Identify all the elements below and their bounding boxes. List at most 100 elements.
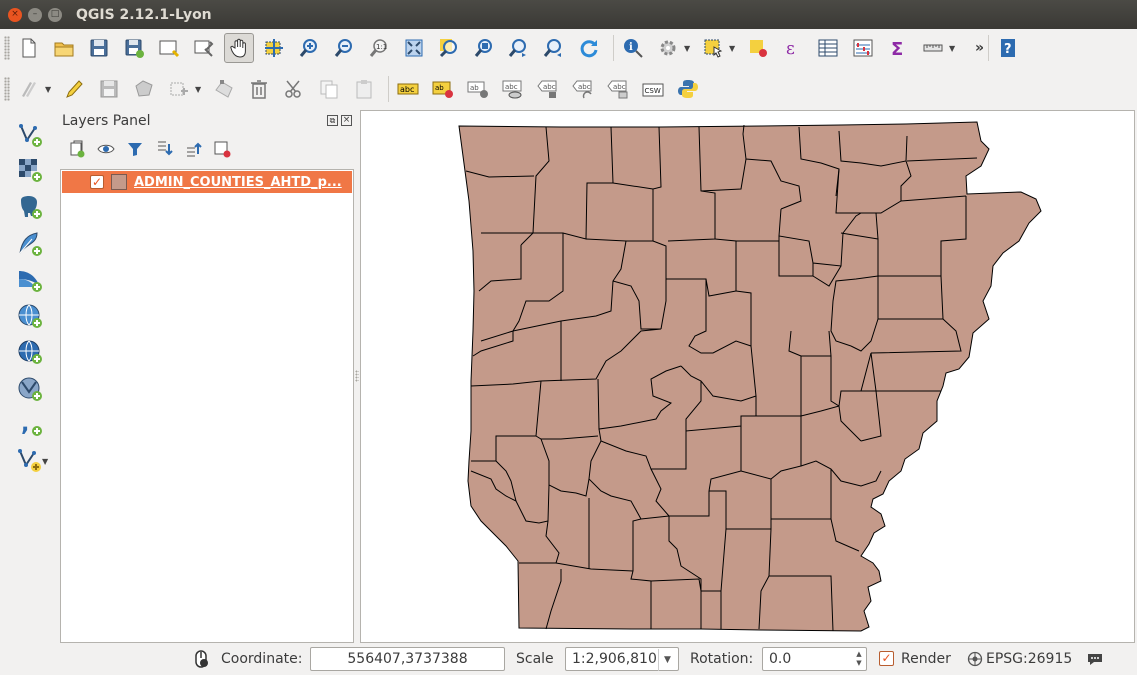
pan-to-selection-button[interactable]: [259, 33, 289, 63]
collapse-all-button[interactable]: [182, 138, 204, 160]
show-hide-labels-button[interactable]: abc: [498, 74, 528, 104]
help-button[interactable]: ?: [993, 33, 1023, 63]
zoom-to-selection-button[interactable]: [434, 33, 464, 63]
add-group-button[interactable]: [66, 138, 88, 160]
toolbar-grip[interactable]: [4, 36, 10, 60]
remove-layer-button[interactable]: [211, 138, 233, 160]
state-polygon[interactable]: [458, 121, 1042, 632]
panel-splitter[interactable]: [355, 370, 359, 382]
identify-features-button[interactable]: i: [618, 33, 648, 63]
add-raster-layer-button[interactable]: [16, 156, 44, 184]
add-postgis-layer-button[interactable]: [16, 193, 44, 221]
composer-icon: [159, 40, 180, 58]
zoom-next-button[interactable]: [539, 33, 569, 63]
add-feature-button[interactable]: [129, 74, 159, 104]
close-panel-button[interactable]: ×: [341, 115, 352, 126]
add-wfs-layer-button[interactable]: [16, 375, 44, 403]
chevron-down-icon[interactable]: ▼: [45, 85, 55, 94]
new-project-button[interactable]: [14, 33, 44, 63]
statistical-summary-button[interactable]: [848, 33, 878, 63]
manage-visibility-button[interactable]: [95, 138, 117, 160]
layers-panel-toolbar: [66, 138, 240, 162]
toolbar-separator: [988, 35, 990, 61]
open-project-button[interactable]: [49, 33, 79, 63]
trash-icon: [251, 80, 267, 99]
chevron-down-icon[interactable]: ▼: [658, 649, 676, 671]
float-panel-button[interactable]: ⧉: [327, 115, 338, 126]
measure-button[interactable]: [918, 33, 948, 63]
spin-arrows-icon[interactable]: ▲ ▼: [854, 650, 864, 668]
pin-labels-button[interactable]: ab: [463, 74, 493, 104]
add-vector-layer-button[interactable]: [16, 121, 44, 149]
deselect-all-button[interactable]: [743, 33, 773, 63]
scissors-icon: [285, 80, 301, 98]
chevron-down-icon[interactable]: ▼: [729, 44, 739, 53]
paste-features-button[interactable]: [349, 74, 379, 104]
chevron-down-icon[interactable]: ▼: [684, 44, 694, 53]
select-features-button[interactable]: [698, 33, 728, 63]
add-wcs-layer-button[interactable]: [16, 338, 44, 366]
toolbar-overflow-button[interactable]: »: [975, 40, 984, 56]
field-calculator-button[interactable]: ε: [778, 33, 808, 63]
move-feature-button[interactable]: [164, 74, 194, 104]
layer-row[interactable]: ✓ ADMIN_COUNTIES_AHTD_p...: [62, 171, 352, 193]
svg-text:abc: abc: [613, 83, 626, 91]
csw-button[interactable]: CSW: [638, 74, 668, 104]
attribute-table-button[interactable]: [813, 33, 843, 63]
svg-text:ε: ε: [786, 39, 795, 59]
filter-legend-button[interactable]: [124, 138, 146, 160]
add-spatialite-layer-button[interactable]: [16, 230, 44, 258]
layer-labeling-button[interactable]: abc: [393, 74, 423, 104]
composer-manager-button[interactable]: [189, 33, 219, 63]
zoom-out-button[interactable]: [329, 33, 359, 63]
scale-combobox[interactable]: 1:2,906,810 ▼: [565, 647, 679, 671]
refresh-button[interactable]: [574, 33, 604, 63]
zoom-to-layer-button[interactable]: [469, 33, 499, 63]
cut-features-button[interactable]: [279, 74, 309, 104]
chevron-down-icon[interactable]: ▼: [195, 85, 205, 94]
change-label-button[interactable]: abc: [603, 74, 633, 104]
add-wms-layer-button[interactable]: [16, 302, 44, 330]
move-label-button[interactable]: abc: [533, 74, 563, 104]
save-edits-button[interactable]: [94, 74, 124, 104]
new-shapefile-layer-button[interactable]: [16, 446, 44, 474]
save-as-button[interactable]: [119, 33, 149, 63]
maximize-window-button[interactable]: □: [48, 7, 62, 22]
minimize-window-button[interactable]: –: [28, 7, 42, 22]
close-window-button[interactable]: ×: [8, 7, 22, 22]
rotation-spinbox[interactable]: 0.0 ▲ ▼: [762, 647, 867, 671]
toolbar-separator: [613, 35, 614, 61]
copy-features-button[interactable]: [314, 74, 344, 104]
toggle-editing-button[interactable]: [59, 74, 89, 104]
pan-map-button[interactable]: [224, 33, 254, 63]
add-mssql-layer-button[interactable]: [16, 266, 44, 294]
layer-visibility-checkbox[interactable]: ✓: [90, 175, 104, 189]
zoom-in-button[interactable]: [294, 33, 324, 63]
python-console-button[interactable]: [673, 74, 703, 104]
rotate-label-button[interactable]: abc: [568, 74, 598, 104]
move-feature-icon: [170, 82, 188, 96]
zoom-full-button[interactable]: [399, 33, 429, 63]
mouse-coordinate-icon[interactable]: [192, 650, 210, 668]
crs-globe-icon[interactable]: [967, 651, 983, 667]
zoom-native-button[interactable]: 1:1: [364, 33, 394, 63]
chevron-down-icon[interactable]: ▼: [42, 457, 52, 466]
map-canvas[interactable]: [360, 110, 1135, 643]
messages-icon[interactable]: [1086, 651, 1104, 667]
expand-all-button[interactable]: [153, 138, 175, 160]
new-print-composer-button[interactable]: [154, 33, 184, 63]
render-checkbox[interactable]: ✓: [879, 651, 894, 666]
zoom-last-button[interactable]: [504, 33, 534, 63]
current-edits-button[interactable]: [14, 74, 44, 104]
chevron-down-icon[interactable]: ▼: [949, 44, 959, 53]
crs-label[interactable]: EPSG:26915: [986, 651, 1072, 667]
sum-button[interactable]: Σ: [883, 33, 913, 63]
layer-diagram-button[interactable]: ab: [428, 74, 458, 104]
toolbar-grip[interactable]: [4, 77, 10, 101]
save-project-button[interactable]: [84, 33, 114, 63]
node-tool-button[interactable]: [209, 74, 239, 104]
run-feature-action-button[interactable]: [653, 33, 683, 63]
add-delimited-text-layer-button[interactable]: ,: [16, 410, 44, 438]
coordinate-field[interactable]: 556407,3737388: [310, 647, 505, 671]
delete-selected-button[interactable]: [244, 74, 274, 104]
